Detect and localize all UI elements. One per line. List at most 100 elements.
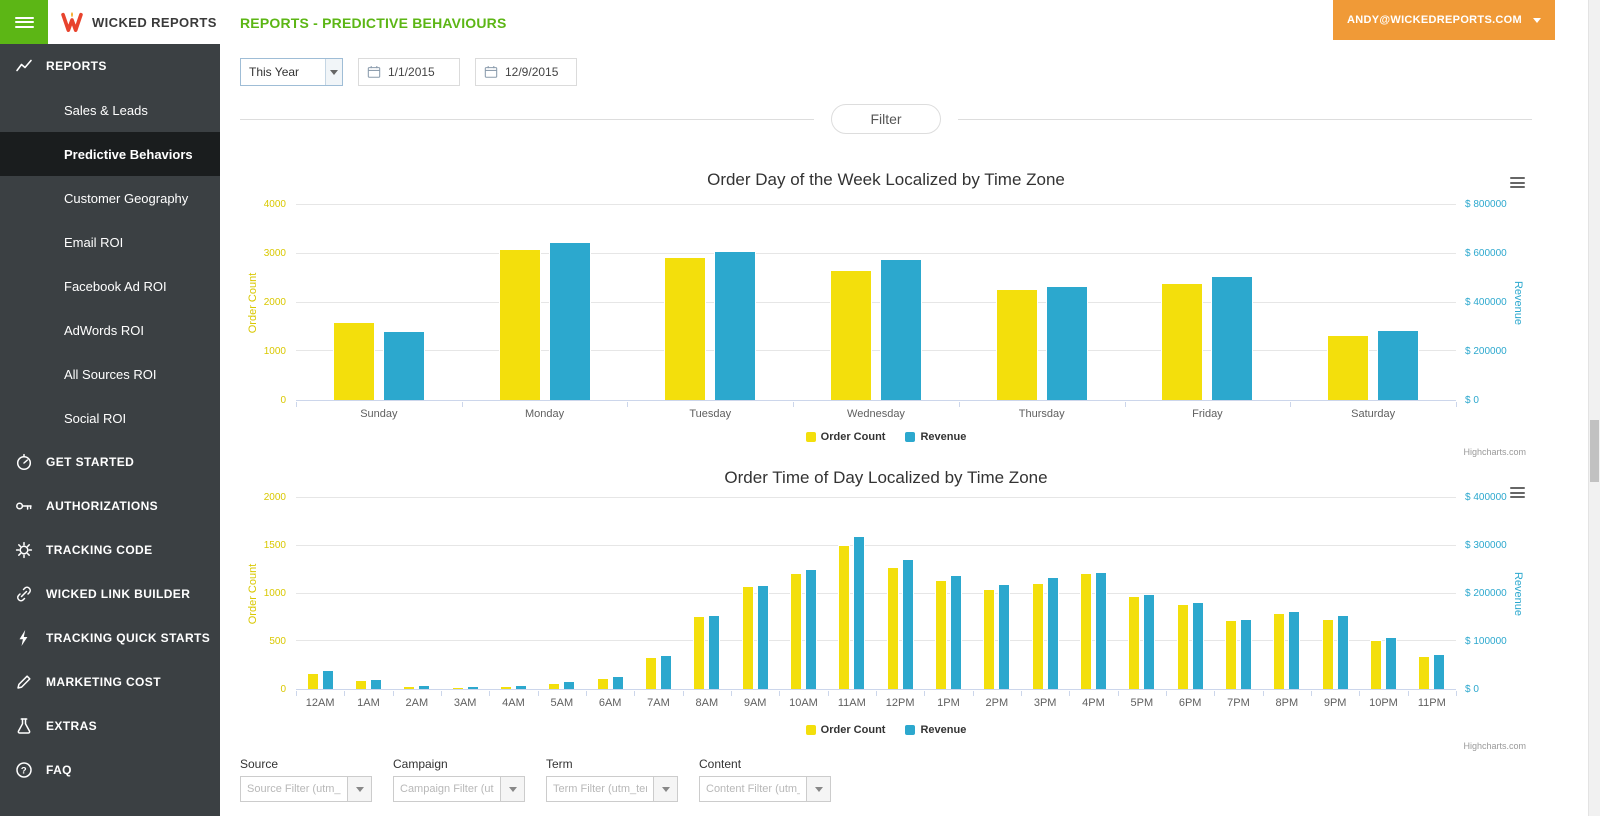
sidebar-item-social-roi[interactable]: Social ROI (0, 396, 220, 440)
bar-order-count-friday[interactable] (1161, 283, 1204, 400)
bar-order-count-saturday[interactable] (1327, 335, 1370, 400)
content-filter-input[interactable] (699, 776, 807, 802)
bar-order-count-2pm[interactable] (983, 588, 996, 689)
bar-order-count-10pm[interactable] (1369, 639, 1382, 689)
legend-item-revenue[interactable]: Revenue (905, 431, 966, 443)
term-filter-dropdown-button[interactable] (653, 776, 678, 802)
source-filter-dropdown-button[interactable] (347, 776, 372, 802)
legend-item-order-count[interactable]: Order Count (805, 431, 885, 443)
bar-revenue-1pm[interactable] (949, 575, 962, 689)
account-menu-button[interactable]: ANDY@WICKEDREPORTS.COM (1333, 0, 1555, 40)
chart-context-menu-button[interactable] (1510, 177, 1525, 188)
bar-revenue-9am[interactable] (756, 584, 769, 689)
bar-revenue-10am[interactable] (804, 568, 817, 689)
sidebar-item-facebook-ad-roi[interactable]: Facebook Ad ROI (0, 264, 220, 308)
bar-order-count-11am[interactable] (838, 544, 851, 689)
bar-order-count-sunday[interactable] (332, 322, 375, 400)
sidebar-item-adwords-roi[interactable]: AdWords ROI (0, 308, 220, 352)
bar-revenue-4am[interactable] (514, 684, 527, 689)
bar-revenue-monday[interactable] (548, 242, 591, 400)
bar-order-count-monday[interactable] (498, 248, 541, 400)
bar-revenue-3pm[interactable] (1046, 577, 1059, 689)
sidebar-item-sales-and-leads[interactable]: Sales & Leads (0, 88, 220, 132)
chart-context-menu-button[interactable] (1510, 487, 1525, 498)
bar-revenue-2pm[interactable] (998, 583, 1011, 689)
campaign-filter-input[interactable] (393, 776, 501, 802)
legend-item-order-count[interactable]: Order Count (805, 724, 885, 736)
bar-revenue-6am[interactable] (611, 676, 624, 689)
sidebar-toggle-button[interactable] (0, 0, 48, 44)
sidebar-item-tracking-quick-starts[interactable]: TRACKING QUICK STARTS (0, 616, 220, 660)
bar-revenue-9pm[interactable] (1336, 615, 1349, 689)
bar-revenue-sunday[interactable] (382, 331, 425, 400)
bar-order-count-9am[interactable] (741, 585, 754, 689)
sidebar-item-email-roi[interactable]: Email ROI (0, 220, 220, 264)
bar-revenue-7am[interactable] (659, 654, 672, 689)
bar-revenue-11am[interactable] (853, 536, 866, 689)
bar-order-count-12pm[interactable] (886, 566, 899, 689)
bar-order-count-11pm[interactable] (1418, 655, 1431, 689)
bar-revenue-thursday[interactable] (1045, 286, 1088, 400)
bar-order-count-7pm[interactable] (1224, 620, 1237, 689)
sidebar-item-faq[interactable]: ? FAQ (0, 748, 220, 792)
date-to-input[interactable]: 12/9/2015 (475, 58, 577, 86)
bar-revenue-8pm[interactable] (1288, 610, 1301, 689)
period-select[interactable]: This Year (240, 58, 343, 86)
highcharts-credits-link[interactable]: Highcharts.com (1463, 741, 1526, 751)
bar-order-count-4am[interactable] (499, 685, 512, 689)
bar-order-count-2am[interactable] (403, 685, 416, 689)
bar-revenue-4pm[interactable] (1094, 571, 1107, 689)
bar-revenue-2am[interactable] (418, 684, 431, 689)
legend-item-revenue[interactable]: Revenue (905, 724, 966, 736)
bar-order-count-5am[interactable] (548, 682, 561, 689)
bar-revenue-11pm[interactable] (1433, 653, 1446, 689)
bar-order-count-1pm[interactable] (934, 580, 947, 689)
bar-revenue-5am[interactable] (563, 681, 576, 689)
bar-order-count-5pm[interactable] (1128, 596, 1141, 689)
sidebar-item-reports[interactable]: REPORTS (0, 44, 220, 88)
bar-revenue-10pm[interactable] (1384, 637, 1397, 689)
bar-order-count-6am[interactable] (596, 677, 609, 689)
brand[interactable]: WICKED REPORTS (48, 0, 220, 44)
filter-button[interactable]: Filter (831, 104, 941, 134)
bar-order-count-8pm[interactable] (1273, 612, 1286, 689)
bar-order-count-12am[interactable] (306, 672, 319, 689)
term-filter-input[interactable] (546, 776, 654, 802)
bar-revenue-saturday[interactable] (1377, 330, 1420, 400)
bar-order-count-4pm[interactable] (1079, 572, 1092, 689)
bar-order-count-7am[interactable] (644, 656, 657, 689)
bar-order-count-10am[interactable] (789, 572, 802, 689)
bar-order-count-3am[interactable] (451, 686, 464, 689)
bar-revenue-3am[interactable] (466, 685, 479, 689)
bar-order-count-8am[interactable] (693, 616, 706, 689)
bar-revenue-1am[interactable] (369, 678, 382, 689)
bar-revenue-7pm[interactable] (1239, 619, 1252, 689)
bar-revenue-friday[interactable] (1211, 276, 1254, 400)
bar-revenue-6pm[interactable] (1191, 602, 1204, 689)
bar-order-count-wednesday[interactable] (830, 269, 873, 400)
bar-revenue-tuesday[interactable] (714, 250, 757, 400)
bar-order-count-9pm[interactable] (1321, 619, 1334, 689)
sidebar-item-predictive-behaviors[interactable]: Predictive Behaviors (0, 132, 220, 176)
bar-order-count-3pm[interactable] (1031, 583, 1044, 689)
highcharts-credits-link[interactable]: Highcharts.com (1463, 447, 1526, 457)
bar-order-count-tuesday[interactable] (664, 257, 707, 400)
source-filter-input[interactable] (240, 776, 348, 802)
bar-revenue-8am[interactable] (708, 615, 721, 689)
bar-order-count-6pm[interactable] (1176, 604, 1189, 689)
bar-order-count-thursday[interactable] (995, 288, 1038, 400)
scrollbar[interactable] (1588, 0, 1600, 816)
bar-revenue-12pm[interactable] (901, 559, 914, 689)
sidebar-item-get-started[interactable]: GET STARTED (0, 440, 220, 484)
scrollbar-thumb[interactable] (1590, 420, 1599, 482)
bar-revenue-wednesday[interactable] (880, 259, 923, 400)
content-filter-dropdown-button[interactable] (806, 776, 831, 802)
sidebar-item-authorizations[interactable]: AUTHORIZATIONS (0, 484, 220, 528)
sidebar-item-wicked-link-builder[interactable]: WICKED LINK BUILDER (0, 572, 220, 616)
sidebar-item-extras[interactable]: EXTRAS (0, 704, 220, 748)
sidebar-item-all-sources-roi[interactable]: All Sources ROI (0, 352, 220, 396)
sidebar-item-customer-geography[interactable]: Customer Geography (0, 176, 220, 220)
sidebar-item-tracking-code[interactable]: TRACKING CODE (0, 528, 220, 572)
date-from-input[interactable]: 1/1/2015 (358, 58, 460, 86)
bar-order-count-1am[interactable] (354, 679, 367, 689)
